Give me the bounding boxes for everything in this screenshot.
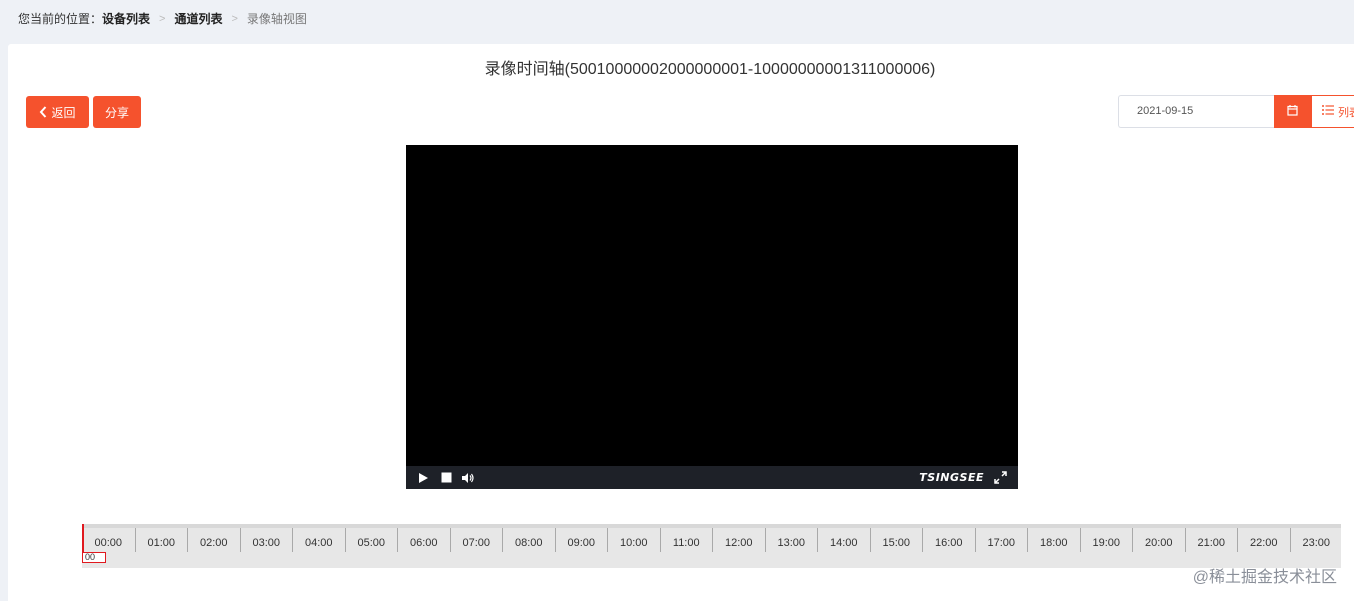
timeline-hour-label[interactable]: 13:00 [764, 528, 818, 552]
back-button-label: 返回 [51, 105, 76, 120]
breadcrumb-separator-icon: > [231, 13, 238, 25]
breadcrumb-separator-icon: > [159, 13, 166, 25]
breadcrumb-channel-list[interactable]: 通道列表 [174, 10, 222, 28]
timeline-hour-ticks: 00:00 01:00 02:00 03:00 04:00 05:00 06:00 07:00… [82, 528, 1341, 552]
timeline-hour-label[interactable]: 17:00 [974, 528, 1028, 552]
timeline-hour-label[interactable]: 15:00 [869, 528, 923, 552]
timeline-hour-label[interactable]: 21:00 [1184, 528, 1238, 552]
date-picker-group: 2021-09-15 列表 [1118, 95, 1354, 128]
video-player[interactable]: TSINGSEE [406, 145, 1018, 489]
back-button[interactable]: 返回 [26, 96, 89, 128]
timeline-hour-label[interactable]: 12:00 [712, 528, 765, 552]
calendar-button[interactable] [1274, 95, 1311, 128]
watermark: @稀土掘金技术社区 [1192, 569, 1337, 586]
page-title: 录像时间轴(50010000002000000001-1000000000131… [484, 61, 936, 78]
timeline-hour-label[interactable]: 08:00 [502, 528, 555, 552]
timeline-cursor-label: 00 [82, 552, 106, 563]
date-input[interactable]: 2021-09-15 [1118, 95, 1274, 128]
breadcrumb: 您当前的位置： 设备列表 > 通道列表 > 录像轴视图 [18, 10, 307, 28]
timeline-hour-label[interactable]: 18:00 [1027, 528, 1080, 552]
timeline-hour-label[interactable]: 19:00 [1079, 528, 1133, 552]
share-button[interactable]: 分享 [93, 96, 141, 128]
volume-icon[interactable] [461, 471, 475, 485]
breadcrumb-current: 录像轴视图 [246, 12, 307, 26]
timeline-hour-label[interactable]: 22:00 [1237, 528, 1290, 552]
list-view-button[interactable]: 列表 [1311, 95, 1354, 128]
timeline-hour-label[interactable]: 11:00 [659, 528, 713, 552]
timeline-hour-label[interactable]: 06:00 [397, 528, 450, 552]
timeline-hour-label[interactable]: 02:00 [187, 528, 240, 552]
timeline-hour-label[interactable]: 04:00 [292, 528, 345, 552]
play-icon[interactable] [416, 471, 430, 485]
timeline-hour-label[interactable]: 07:00 [449, 528, 503, 552]
timeline-hour-label[interactable]: 01:00 [134, 528, 188, 552]
calendar-icon [1287, 103, 1298, 121]
timeline-hour-label[interactable]: 20:00 [1132, 528, 1185, 552]
list-icon [1322, 105, 1338, 118]
share-button-label: 分享 [104, 105, 129, 120]
timeline-hour-label[interactable]: 16:00 [922, 528, 975, 552]
timeline-hour-label[interactable]: 23:00 [1289, 528, 1343, 552]
list-view-label: 列表 [1338, 106, 1354, 119]
timeline-hour-label[interactable]: 10:00 [607, 528, 660, 552]
breadcrumb-device-list[interactable]: 设备列表 [102, 10, 150, 28]
timeline-cursor[interactable] [82, 524, 84, 554]
player-brand-logo: TSINGSEE [919, 471, 984, 484]
fullscreen-icon[interactable] [993, 470, 1008, 485]
video-control-bar: TSINGSEE [406, 466, 1018, 489]
timeline-hour-label[interactable]: 09:00 [554, 528, 608, 552]
timeline-hour-label[interactable]: 03:00 [239, 528, 293, 552]
timeline-hour-label[interactable]: 05:00 [344, 528, 398, 552]
chevron-left-icon [39, 106, 47, 118]
timeline-hour-label[interactable]: 14:00 [817, 528, 870, 552]
timeline-hour-label[interactable]: 00:00 [82, 528, 135, 552]
recording-timeline[interactable]: 00:00 01:00 02:00 03:00 04:00 05:00 06:00 07:00… [82, 524, 1341, 568]
stop-icon[interactable] [439, 471, 453, 485]
breadcrumb-prefix: 您当前的位置： [18, 12, 103, 26]
